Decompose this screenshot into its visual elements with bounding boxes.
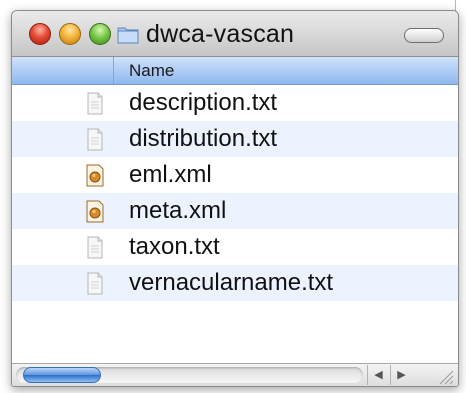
- file-list: description.txt distribution.txt eml.xml…: [12, 85, 458, 347]
- minimize-button[interactable]: [59, 23, 81, 45]
- text-file-icon: [87, 92, 103, 115]
- xml-file-icon: [86, 200, 104, 223]
- file-name: meta.xml: [129, 197, 227, 224]
- file-name: vernacularname.txt: [129, 269, 334, 296]
- folder-icon: [117, 27, 139, 44]
- close-button[interactable]: [29, 23, 51, 45]
- file-name: description.txt: [129, 89, 278, 116]
- file-name: taxon.txt: [129, 233, 220, 260]
- horizontal-scrollbar[interactable]: ◀ ▶: [12, 363, 458, 386]
- text-file-icon: [87, 272, 103, 295]
- list-item[interactable]: description.txt: [12, 85, 458, 121]
- title-bar[interactable]: dwca-vascan: [12, 11, 458, 57]
- screen: dwca-vascan Name description.txt distrib…: [0, 0, 466, 393]
- text-file-icon: [87, 236, 103, 259]
- file-name: distribution.txt: [129, 125, 278, 152]
- zoom-button[interactable]: [89, 23, 111, 45]
- list-item[interactable]: taxon.txt: [12, 229, 458, 265]
- scroll-right-button[interactable]: ▶: [390, 365, 412, 385]
- column-header-label: Name: [129, 61, 175, 80]
- column-divider: [113, 57, 114, 84]
- window-title: dwca-vascan: [146, 20, 295, 48]
- toolbar-toggle-button[interactable]: [404, 28, 444, 43]
- scroll-left-button[interactable]: ◀: [367, 365, 389, 385]
- file-name: eml.xml: [129, 161, 212, 188]
- list-item[interactable]: meta.xml: [12, 193, 458, 229]
- text-file-icon: [87, 128, 103, 151]
- scroll-thumb[interactable]: [23, 367, 101, 383]
- column-header-name[interactable]: Name: [12, 57, 458, 85]
- list-item[interactable]: eml.xml: [12, 157, 458, 193]
- finder-window: dwca-vascan Name description.txt distrib…: [11, 10, 459, 387]
- chevron-left-icon: ◀: [374, 369, 383, 381]
- list-item[interactable]: distribution.txt: [12, 121, 458, 157]
- chevron-right-icon: ▶: [397, 369, 406, 381]
- list-item[interactable]: vernacularname.txt: [12, 265, 458, 301]
- resize-grip-icon[interactable]: [435, 366, 455, 385]
- xml-file-icon: [86, 164, 104, 187]
